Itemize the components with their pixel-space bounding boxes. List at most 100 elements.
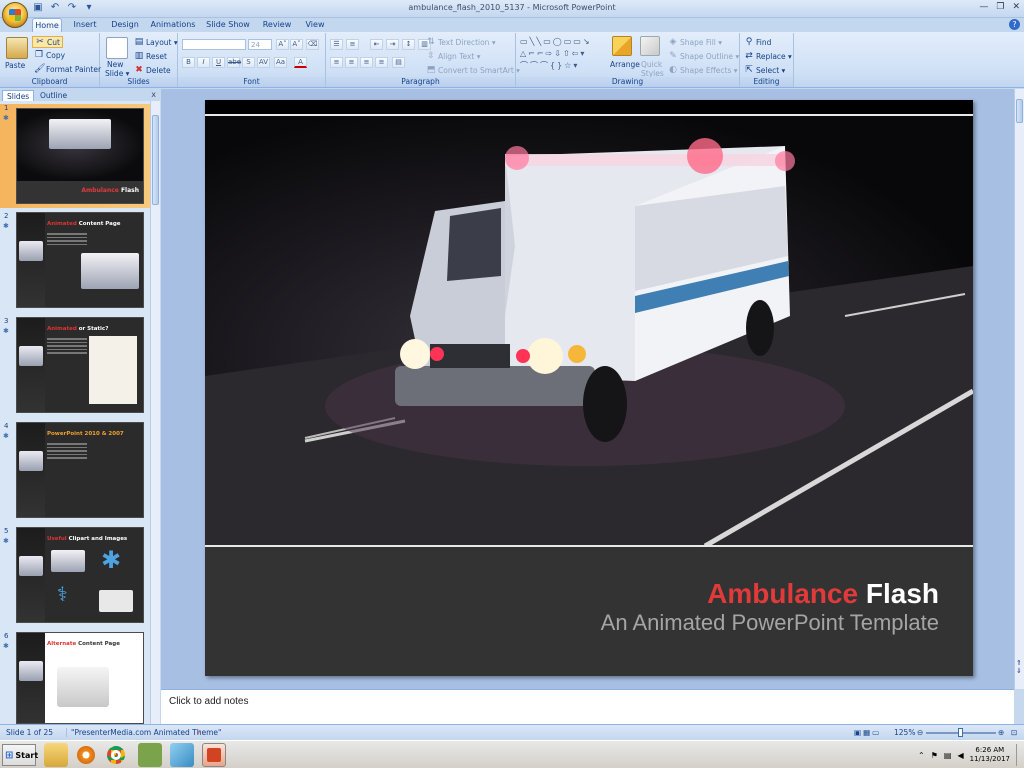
view-buttons[interactable]: ▣▦▭ [854, 728, 881, 737]
new-slide-button[interactable]: New [107, 60, 123, 69]
align-left-icon[interactable]: ≡ [330, 57, 343, 68]
slide-thumbnail-2[interactable]: 2 ✱ Animated Content Page [0, 212, 150, 312]
increase-indent-icon[interactable]: ⇥ [386, 39, 399, 50]
zoom-out-icon[interactable]: ⊖ [917, 728, 923, 737]
zoom-slider-knob[interactable] [958, 728, 963, 737]
distributed-icon[interactable]: ▤ [392, 57, 405, 68]
change-case-button[interactable]: Aa [274, 57, 287, 68]
fit-to-window-icon[interactable]: ⊡ [1011, 728, 1017, 737]
thumbnail-number: 5 [4, 527, 9, 535]
select-button[interactable]: ⇱ Select ▾ [744, 65, 785, 75]
shape-fill-button[interactable]: ◈ Shape Fill ▾ [668, 37, 723, 47]
tab-home[interactable]: Home [32, 18, 62, 32]
layout-button[interactable]: ▤ Layout ▾ [134, 37, 178, 47]
slide-thumbnail-3[interactable]: 3 ✱ Animated or Static? [0, 317, 150, 417]
start-button[interactable]: ⊞ Start [2, 744, 38, 766]
shape-outline-button[interactable]: ✎ Shape Outline ▾ [668, 51, 739, 61]
slide-thumbnail-6[interactable]: 6 ✱ Alternate Content Page [0, 632, 150, 724]
slide-thumbnail-5[interactable]: 5 ✱ Useful Clipart and Images ✱ ⚕ [0, 527, 150, 627]
text-direction-button[interactable]: ⇅ Text Direction ▾ [426, 37, 495, 47]
slide-thumbnail-4[interactable]: 4 ✱ PowerPoint 2010 & 2007 [0, 422, 150, 522]
tab-slides-pane[interactable]: Slides [2, 90, 35, 101]
align-text-button[interactable]: ⇳ Align Text ▾ [426, 51, 480, 61]
font-color-button[interactable]: A [294, 57, 307, 68]
slide-thumbnail-1[interactable]: 1 ✱ Ambulance Flash [0, 104, 150, 208]
quick-styles-button[interactable]: Quick Styles [641, 60, 665, 78]
action-center-flag-icon[interactable]: ⚑ [931, 751, 938, 760]
editor-scrollbar[interactable]: ⇑ ⇓ [1014, 89, 1024, 689]
align-center-icon[interactable]: ≡ [345, 57, 358, 68]
chrome-icon[interactable] [104, 743, 128, 767]
justify-icon[interactable]: ≡ [375, 57, 388, 68]
copy-button[interactable]: ❐ Copy [34, 50, 65, 60]
slide-subtitle[interactable]: An Animated PowerPoint Template [601, 610, 939, 636]
shapes-gallery[interactable]: ▭╲╲▭◯▭▭↘ △⌐⌐⇨⇩⇧⇦▾ ⌒⌒⌒{}☆▾ [520, 36, 608, 74]
shape-effects-button[interactable]: ◐ Shape Effects ▾ [668, 65, 737, 75]
tab-design[interactable]: Design [108, 18, 142, 32]
slide-title[interactable]: Ambulance Flash [707, 578, 939, 610]
numbering-icon[interactable]: ≡ [346, 39, 359, 50]
strikethrough-button[interactable]: abe [227, 57, 241, 68]
restore-button[interactable]: ❐ [996, 2, 1004, 12]
format-painter-button[interactable]: 🖌 Format Painter [34, 64, 101, 74]
cut-button[interactable]: ✂ Cut [32, 36, 63, 48]
convert-smartart-button[interactable]: ⬒ Convert to SmartArt ▾ [426, 65, 520, 75]
close-pane-icon[interactable]: x [151, 90, 156, 99]
thumbnail-title: Animated or Static? [47, 326, 108, 332]
shadow-button[interactable]: S [242, 57, 255, 68]
scroll-thumb[interactable] [1016, 99, 1023, 123]
scroll-thumb[interactable] [152, 115, 159, 205]
tab-animations[interactable]: Animations [150, 18, 196, 32]
underline-button[interactable]: U [212, 57, 225, 68]
tab-review[interactable]: Review [260, 18, 294, 32]
shrink-font-icon[interactable]: A˅ [290, 39, 303, 50]
thumbnail-number: 3 [4, 317, 9, 325]
network-icon[interactable]: ▤ [944, 751, 952, 760]
show-desktop-button[interactable] [1016, 744, 1022, 766]
notes-pane[interactable]: Click to add notes [161, 689, 1014, 724]
tab-slide-show[interactable]: Slide Show [205, 18, 251, 32]
zoom-in-icon[interactable]: ⊕ [998, 728, 1004, 737]
powerpoint-taskbar-icon[interactable] [202, 743, 226, 767]
spelling-check-icon[interactable]: ✓ [196, 728, 202, 737]
file-explorer-icon[interactable] [44, 743, 68, 767]
zoom-level[interactable]: 125% [894, 728, 915, 737]
side-ambulance-image [17, 213, 45, 307]
font-size-field[interactable]: 24 [248, 39, 272, 50]
tab-insert[interactable]: Insert [70, 18, 100, 32]
italic-button[interactable]: I [197, 57, 210, 68]
find-button[interactable]: ⚲ Find [744, 37, 772, 47]
replace-button[interactable]: ⇄ Replace ▾ [744, 51, 792, 61]
line-spacing-icon[interactable]: ↕ [402, 39, 415, 50]
clock[interactable]: 6:26 AM 11/13/2017 [970, 746, 1010, 764]
delete-label: Delete [146, 65, 171, 75]
clear-format-icon[interactable]: ⌫ [306, 39, 319, 50]
paste-button[interactable]: Paste [5, 61, 25, 70]
slides-pane-scrollbar[interactable] [150, 101, 160, 724]
volume-icon[interactable]: ◀ [957, 751, 963, 760]
help-icon[interactable]: ? [1009, 19, 1020, 30]
prev-next-slide-icon[interactable]: ⇑ ⇓ [1016, 659, 1022, 675]
bold-button[interactable]: B [182, 57, 195, 68]
minimize-button[interactable]: — [979, 2, 988, 12]
font-name-field[interactable] [182, 39, 246, 50]
clipboard-label: Clipboard [0, 77, 99, 87]
align-right-icon[interactable]: ≡ [360, 57, 373, 68]
tab-outline-pane[interactable]: Outline [36, 90, 71, 101]
media-player-icon[interactable] [74, 743, 98, 767]
decrease-indent-icon[interactable]: ⇤ [370, 39, 383, 50]
tray-arrow-icon[interactable]: ⌃ [918, 751, 925, 760]
network-app-icon[interactable] [138, 743, 162, 767]
close-button[interactable]: ✕ [1012, 2, 1020, 12]
grow-font-icon[interactable]: A˄ [276, 39, 289, 50]
office-button[interactable] [2, 2, 28, 28]
char-spacing-button[interactable]: AV [257, 57, 270, 68]
slide-canvas[interactable]: Ambulance Flash An Animated PowerPoint T… [205, 100, 973, 676]
arrange-button[interactable]: Arrange [610, 60, 640, 69]
delete-button[interactable]: ✖ Delete [134, 65, 171, 75]
reset-button[interactable]: ▥ Reset [134, 51, 167, 61]
messenger-icon[interactable] [170, 743, 194, 767]
bullets-icon[interactable]: ☰ [330, 39, 343, 50]
tab-view[interactable]: View [300, 18, 330, 32]
replace-icon: ⇄ [745, 51, 753, 61]
